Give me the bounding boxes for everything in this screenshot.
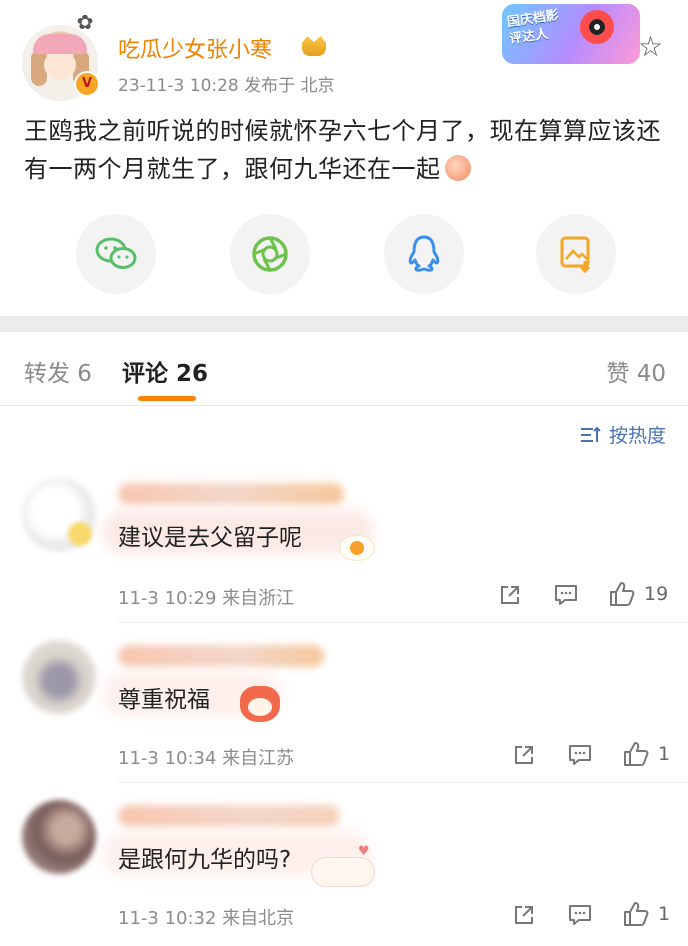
member-crown-icon [302,36,326,56]
share-wechat-button[interactable] [76,214,156,294]
comment-share-button[interactable] [496,581,524,609]
comment-meta: 11-3 10:29 来自浙江 [118,588,295,609]
tabs-divider [0,405,688,406]
comment-meta: 11-3 10:32 来自北京 [118,908,295,929]
thumbs-up-icon [610,582,635,606]
comment-like-button[interactable]: 19 [608,580,668,608]
fox-sticker-icon [240,686,280,722]
avatar-doodle-icon: ✿ [76,10,94,34]
comment-reply-button[interactable] [566,901,594,929]
comment-share-button[interactable] [510,901,538,929]
share-save-image-button[interactable] [536,214,616,294]
moments-icon [252,236,288,272]
tab-repost[interactable]: 转发 6 [24,354,92,388]
egg-sticker-icon [340,536,374,560]
save-image-icon [560,236,591,273]
bunny-sticker-icon [312,844,374,886]
avatar-hat [33,34,87,54]
comment-avatar-badge [68,522,92,546]
comment-username-blurred[interactable] [118,483,344,505]
share-icon [501,586,519,604]
post-body: 王鸥我之前听说的时候就怀孕六七个月了，现在算算应该还有一两个月就生了，跟何九华还… [24,112,669,188]
shrimp-emoji-icon [444,155,471,181]
comment-username-blurred[interactable] [118,645,324,667]
comment-icon [569,745,591,765]
share-moments-button[interactable] [230,214,310,294]
like-count: 1 [658,903,671,925]
comment-avatar[interactable] [22,800,96,874]
comment-divider [118,782,688,783]
thumbs-up-icon [624,902,649,926]
section-divider [0,316,688,332]
comment-divider [118,622,688,623]
comment-meta: 11-3 10:34 来自江苏 [118,748,295,769]
comment-icon [569,905,591,925]
promo-badge-text: 国庆档影评达人 [506,8,560,48]
comment-icon [555,585,577,605]
qq-icon [408,235,440,272]
sort-by-popularity-button[interactable]: 按热度 [579,421,666,448]
comment-reply-button[interactable] [566,741,594,769]
post-text: 王鸥我之前听说的时候就怀孕六七个月了，现在算算应该还有一两个月就生了，跟何九华还… [24,117,661,183]
promo-mascot-icon [580,10,614,44]
tab-likes[interactable]: 赞 40 [606,354,666,388]
comment-text: 尊重祝福 [118,687,210,713]
favorite-star-icon[interactable]: ☆ [638,30,663,63]
comment-reply-button[interactable] [552,581,580,609]
thumbs-up-icon [624,742,649,766]
comment-share-button[interactable] [510,741,538,769]
sort-icon [580,426,601,442]
share-qq-button[interactable] [384,214,464,294]
comment-text: 建议是去父留子呢 [118,525,302,551]
like-count: 19 [644,583,669,605]
comment-like-button[interactable]: 1 [622,740,670,768]
comment-text: 是跟何九华的吗? [118,847,292,873]
wechat-icon [95,237,137,269]
share-icon [515,906,533,924]
post-time-location: 23-11-3 10:28 发布于 北京 [118,76,335,96]
author-username[interactable]: 吃瓜少女张小寒 [118,32,272,64]
verified-badge-icon: V [74,71,100,97]
avatar-face [44,50,76,80]
comment-username-blurred[interactable] [118,805,340,827]
active-tab-indicator [138,396,196,401]
comment-avatar[interactable] [22,640,96,714]
tab-comments[interactable]: 评论 26 [122,354,208,388]
comment-like-button[interactable]: 1 [622,900,670,928]
like-count: 1 [658,743,671,765]
promo-badge[interactable]: 国庆档影评达人 [502,4,640,64]
sort-label: 按热度 [608,425,666,447]
share-icon [515,746,533,764]
